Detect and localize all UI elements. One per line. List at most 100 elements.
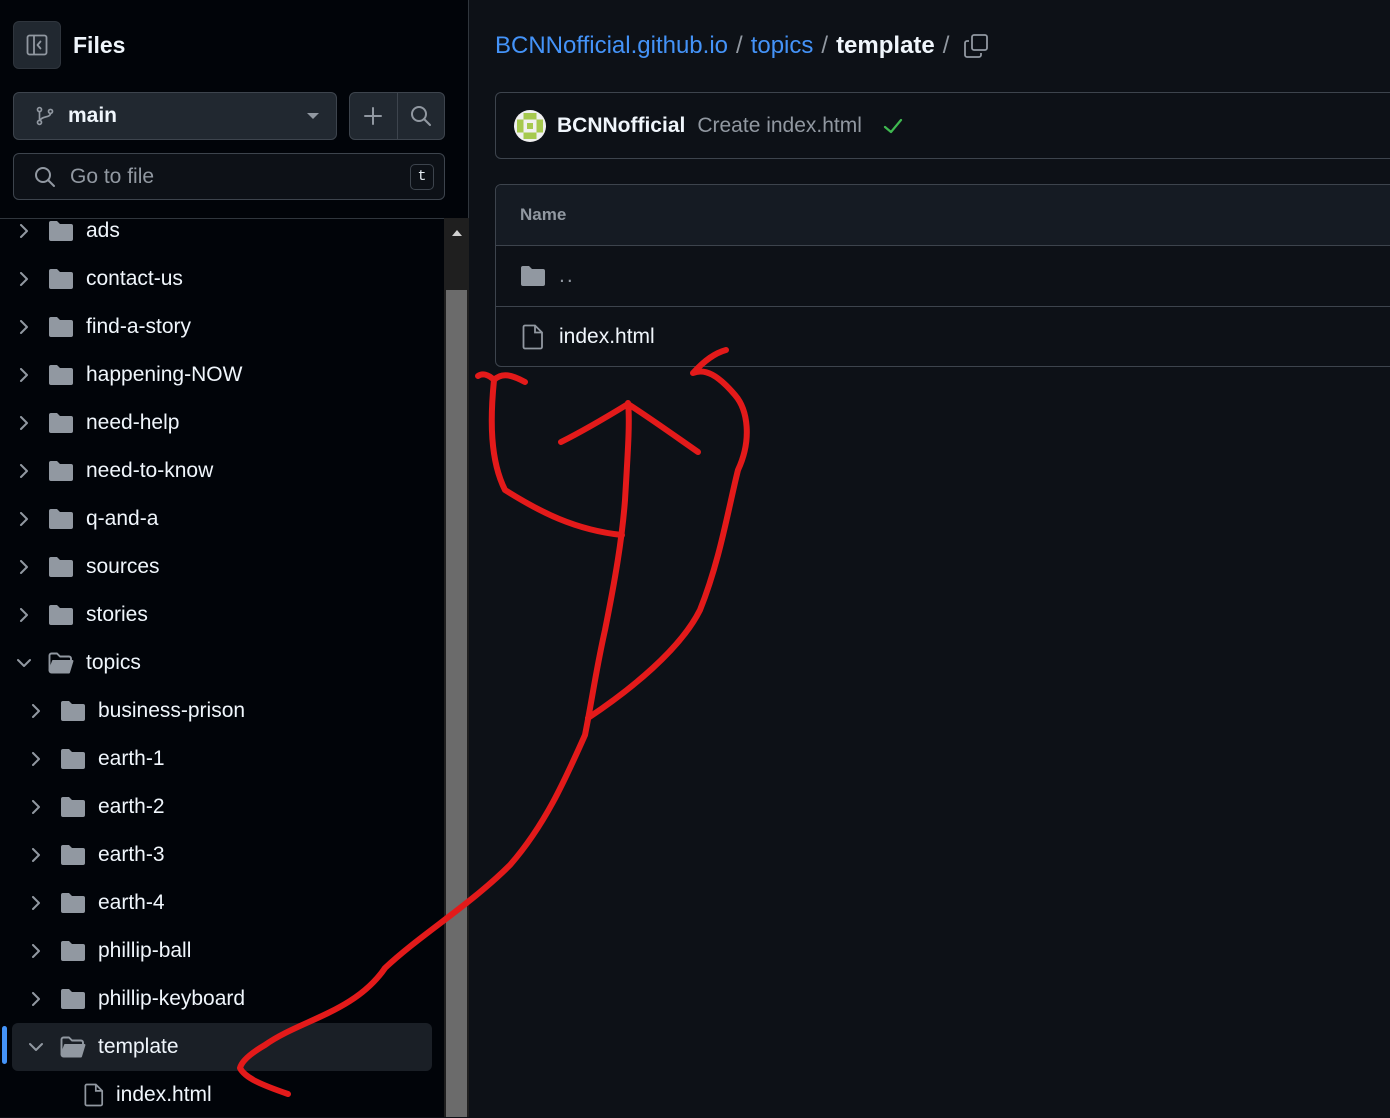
tree-folder-item[interactable]: earth-4 bbox=[12, 879, 432, 927]
tree-folder-item[interactable]: need-help bbox=[12, 399, 420, 447]
keyboard-shortcut-hint: t bbox=[410, 163, 434, 190]
annotation-right-curve bbox=[585, 347, 750, 721]
chevron-right-icon[interactable] bbox=[24, 896, 48, 910]
tree-folder-item[interactable]: earth-2 bbox=[12, 783, 432, 831]
add-file-button[interactable] bbox=[350, 93, 397, 139]
chevron-right-icon[interactable] bbox=[12, 560, 36, 574]
tree-item-label: need-to-know bbox=[86, 459, 214, 482]
commit-message[interactable]: Create index.html bbox=[697, 114, 862, 138]
breadcrumb-separator: / bbox=[736, 32, 743, 59]
folder-icon bbox=[48, 268, 74, 290]
breadcrumb-folder-link[interactable]: topics bbox=[751, 32, 814, 60]
tree-item-label: earth-3 bbox=[98, 843, 165, 866]
tree-folder-item[interactable]: earth-1 bbox=[12, 735, 432, 783]
folder-open-icon bbox=[60, 1036, 86, 1058]
tree-item-label: phillip-keyboard bbox=[98, 987, 246, 1010]
folder-icon bbox=[48, 460, 74, 482]
folder-icon bbox=[60, 940, 86, 962]
annotation-arrowhead-center bbox=[558, 401, 701, 455]
folder-icon bbox=[48, 556, 74, 578]
folder-icon bbox=[60, 796, 86, 818]
tree-folder-item[interactable]: template bbox=[12, 1023, 432, 1071]
search-icon bbox=[34, 166, 56, 188]
go-to-file-input[interactable] bbox=[68, 163, 410, 190]
file-tree-sidebar: Files main Go to file t ads contact-us f… bbox=[0, 0, 469, 1117]
tree-folder-item[interactable]: contact-us bbox=[12, 255, 420, 303]
sidebar-header: Files bbox=[13, 20, 125, 70]
tree-folder-item[interactable]: earth-3 bbox=[12, 831, 432, 879]
chevron-right-icon[interactable] bbox=[12, 416, 36, 430]
chevron-down-icon[interactable] bbox=[12, 658, 36, 668]
breadcrumb: BCNNofficial.github.io / topics / templa… bbox=[495, 29, 989, 63]
chevron-right-icon[interactable] bbox=[12, 368, 36, 382]
search-code-button[interactable] bbox=[396, 93, 445, 139]
parent-directory-row[interactable]: .. bbox=[496, 246, 1390, 306]
tree-item-label: phillip-ball bbox=[98, 939, 192, 962]
latest-commit-bar: BCNNofficial Create index.html bbox=[495, 92, 1390, 159]
tree-item-label: topics bbox=[86, 651, 141, 674]
tree-item-label: index.html bbox=[116, 1083, 212, 1106]
tree-scrollbar[interactable] bbox=[444, 218, 469, 1117]
chevron-right-icon[interactable] bbox=[24, 800, 48, 814]
collapse-sidebar-button[interactable] bbox=[13, 21, 61, 69]
tree-folder-item[interactable]: topics bbox=[12, 639, 420, 687]
tree-file-item[interactable]: index.html bbox=[12, 1071, 444, 1118]
chevron-right-icon[interactable] bbox=[24, 848, 48, 862]
tree-folder-item[interactable]: phillip-keyboard bbox=[12, 975, 432, 1023]
file-icon bbox=[520, 324, 546, 350]
folder-icon bbox=[48, 508, 74, 530]
chevron-down-icon[interactable] bbox=[24, 1042, 48, 1052]
avatar[interactable] bbox=[514, 109, 546, 142]
breadcrumb-repo-link[interactable]: BCNNofficial.github.io bbox=[495, 32, 728, 60]
chevron-right-icon[interactable] bbox=[24, 704, 48, 718]
copy-path-button[interactable] bbox=[963, 33, 989, 59]
folder-icon bbox=[48, 604, 74, 626]
scrollbar-thumb[interactable] bbox=[446, 290, 467, 1117]
chevron-right-icon[interactable] bbox=[12, 512, 36, 526]
tree-folder-item[interactable]: business-prison bbox=[12, 687, 432, 735]
tree-item-label: find-a-story bbox=[86, 315, 192, 338]
tree-item-label: contact-us bbox=[86, 267, 183, 290]
sidebar-collapse-icon bbox=[25, 33, 49, 57]
folder-icon bbox=[520, 265, 546, 287]
branch-selector[interactable]: main bbox=[13, 92, 337, 140]
tree-folder-item[interactable]: sources bbox=[12, 543, 420, 591]
file-tree: ads contact-us find-a-story happening-NOW ne… bbox=[0, 218, 444, 1118]
tree-folder-item[interactable]: q-and-a bbox=[12, 495, 420, 543]
folder-icon bbox=[60, 748, 86, 770]
tree-folder-item[interactable]: phillip-ball bbox=[12, 927, 432, 975]
caret-down-icon bbox=[306, 111, 320, 121]
chevron-right-icon[interactable] bbox=[24, 992, 48, 1006]
chevron-right-icon[interactable] bbox=[12, 320, 36, 334]
commit-author[interactable]: BCNNofficial bbox=[557, 114, 685, 138]
selected-item-indicator bbox=[2, 1026, 7, 1064]
tree-folder-item[interactable]: stories bbox=[12, 591, 420, 639]
column-header-name: Name bbox=[496, 185, 1390, 246]
chevron-right-icon[interactable] bbox=[12, 608, 36, 622]
go-to-file-field[interactable]: t bbox=[13, 153, 445, 200]
file-link[interactable]: index.html bbox=[559, 325, 655, 349]
chevron-right-icon[interactable] bbox=[24, 944, 48, 958]
file-row[interactable]: index.html bbox=[496, 306, 1390, 366]
folder-icon bbox=[48, 412, 74, 434]
chevron-right-icon[interactable] bbox=[24, 752, 48, 766]
file-icon bbox=[84, 1083, 104, 1107]
tree-folder-item[interactable]: need-to-know bbox=[12, 447, 420, 495]
folder-icon bbox=[60, 892, 86, 914]
scroll-up-arrow-icon[interactable] bbox=[444, 218, 469, 246]
tree-item-label: earth-2 bbox=[98, 795, 165, 818]
chevron-right-icon[interactable] bbox=[12, 272, 36, 286]
tree-item-label: template bbox=[98, 1035, 179, 1058]
chevron-right-icon[interactable] bbox=[12, 224, 36, 238]
plus-icon bbox=[363, 106, 383, 126]
parent-directory-link[interactable]: .. bbox=[559, 264, 575, 288]
tree-folder-item[interactable]: ads bbox=[12, 219, 420, 255]
tree-item-label: sources bbox=[86, 555, 160, 578]
tree-item-label: happening-NOW bbox=[86, 363, 243, 386]
chevron-right-icon[interactable] bbox=[12, 464, 36, 478]
copy-icon bbox=[963, 33, 989, 59]
file-table: Name .. index.html bbox=[495, 184, 1390, 367]
check-icon[interactable] bbox=[882, 115, 904, 137]
tree-folder-item[interactable]: happening-NOW bbox=[12, 351, 420, 399]
tree-folder-item[interactable]: find-a-story bbox=[12, 303, 420, 351]
